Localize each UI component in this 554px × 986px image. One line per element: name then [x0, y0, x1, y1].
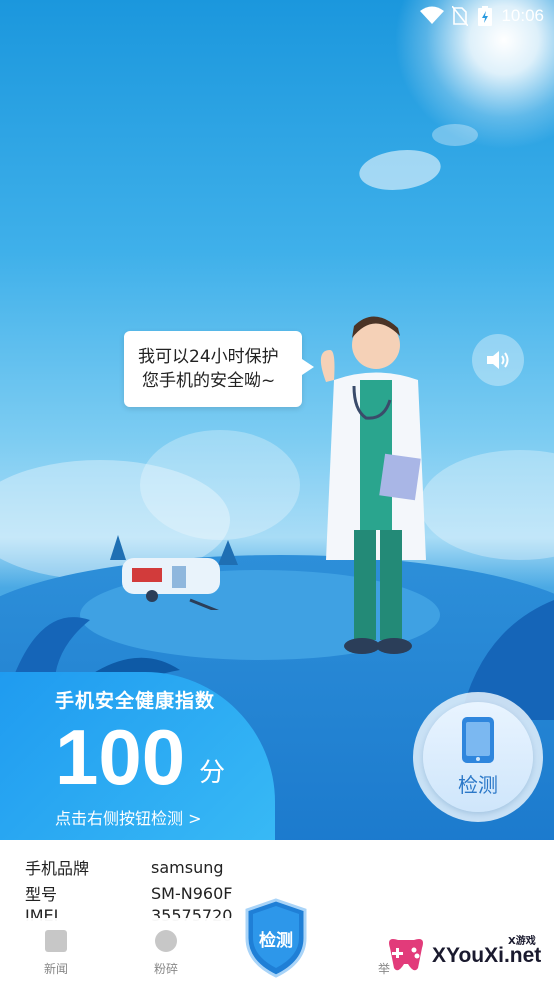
- score-value: 100: [55, 713, 186, 801]
- speech-line-2: 您手机的安全呦~: [142, 371, 276, 391]
- phone-icon: [462, 716, 494, 763]
- sound-button[interactable]: [472, 334, 524, 386]
- nav-item-shred[interactable]: 粉碎: [136, 930, 196, 977]
- wifi-icon: [420, 6, 444, 24]
- check-hint-link[interactable]: 点击右侧按钮检测 >: [55, 805, 275, 829]
- news-icon: [45, 930, 67, 952]
- score-panel: 手机安全健康指数 100 分 点击右侧按钮检测 >: [0, 672, 275, 840]
- watermark-text: XYouXi.net: [432, 944, 542, 967]
- info-value: SM-N960F: [151, 883, 233, 903]
- speaker-icon: [487, 351, 509, 369]
- nav-label: 检测: [259, 931, 293, 951]
- speech-line-1: 我可以24小时保护: [138, 347, 279, 367]
- no-sim-icon: [452, 6, 468, 26]
- info-key: 手机品牌: [25, 859, 90, 878]
- watermark-sub: X游戏: [508, 936, 536, 947]
- nav-label: 新闻: [43, 962, 68, 976]
- watermark-logo: XYouXi.net X游戏: [382, 928, 552, 982]
- info-value: samsung: [151, 857, 224, 877]
- nav-label: 粉碎: [153, 962, 178, 976]
- shred-icon: [155, 930, 177, 952]
- info-row-brand: 手机品牌 samsung: [25, 854, 525, 880]
- cloud: [352, 150, 448, 190]
- nav-item-detect[interactable]: 检测: [243, 898, 309, 978]
- gamepad-icon: [389, 939, 423, 971]
- score-title: 手机安全健康指数: [55, 690, 216, 712]
- score-unit: 分: [199, 758, 226, 788]
- status-time: 10:06: [501, 6, 544, 25]
- doctor-illustration: [320, 316, 426, 654]
- status-bar: 10:06: [0, 0, 554, 32]
- detect-button[interactable]: 检测: [413, 692, 543, 822]
- detect-button-inner: 检测: [423, 702, 533, 812]
- info-key: 型号: [25, 885, 58, 904]
- cloud: [432, 124, 478, 146]
- detect-button-label: 检测: [458, 772, 498, 797]
- score-row: 100 分: [55, 713, 275, 801]
- battery-charging-icon: [478, 6, 492, 26]
- nav-item-news[interactable]: 新闻: [26, 930, 86, 977]
- speech-bubble: 我可以24小时保护 您手机的安全呦~: [124, 331, 314, 407]
